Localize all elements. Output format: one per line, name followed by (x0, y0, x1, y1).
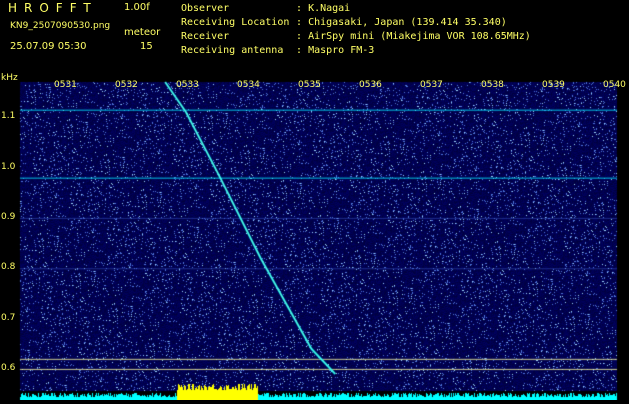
y-tick-label: 1.1 (1, 111, 16, 122)
meta-antenna: Receiving antenna: Maspro FM-3 (181, 45, 375, 56)
x-tick-label: 0531 (54, 80, 77, 90)
y-axis-unit: kHz (1, 73, 18, 83)
x-tick-label: 0532 (115, 80, 138, 90)
file-name: KN9_2507090530.png (10, 21, 111, 31)
meteor-count-label: meteor (124, 27, 161, 38)
y-tick-label: 0.9 (1, 211, 16, 222)
y-tick-label: 0.8 (1, 262, 16, 273)
x-tick-label: 0535 (298, 80, 321, 90)
app-version: 1.00f (124, 2, 150, 13)
x-tick-label: 0534 (237, 80, 260, 90)
spectrogram: kHz 1.1 1.0 0.9 0.8 0.7 0.6 0531 0532 0533 0534 0… (0, 73, 629, 400)
app-title: HROFFT (8, 1, 98, 15)
x-tick-label: 0533 (176, 80, 199, 90)
x-tick-label: 0540 (603, 80, 626, 90)
y-tick-label: 0.7 (1, 312, 16, 323)
x-tick-label: 0536 (359, 80, 382, 90)
observation-datetime: 25.07.09 05:30 (10, 41, 87, 52)
y-tick-label: 1.0 (1, 161, 16, 172)
x-tick-label: 0539 (542, 80, 565, 90)
x-tick-label: 0538 (481, 80, 504, 90)
meta-observer: Observer: K.Nagai (181, 3, 351, 14)
x-tick-label: 0537 (420, 80, 443, 90)
meteor-count: 15 (140, 41, 153, 52)
meta-location: Receiving Location: Chigasaki, Japan (13… (181, 17, 507, 28)
y-tick-label: 0.6 (1, 362, 16, 373)
meta-receiver: Receiver: AirSpy mini (Miakejima VOR 108… (181, 31, 531, 42)
spectrogram-canvas (0, 76, 629, 400)
